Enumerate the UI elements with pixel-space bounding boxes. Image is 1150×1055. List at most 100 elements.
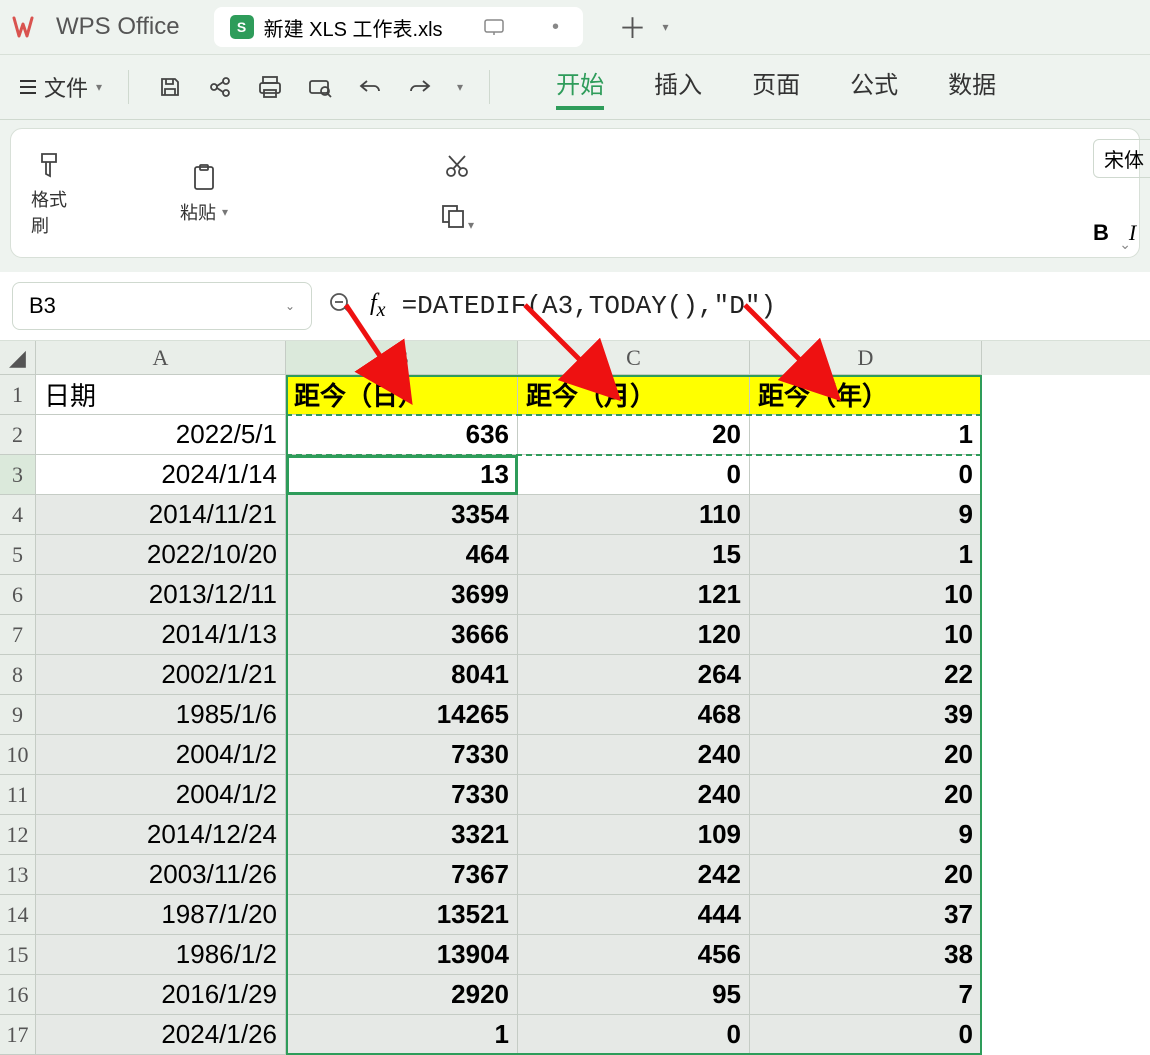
row-header[interactable]: 3 xyxy=(0,455,36,495)
table-row[interactable]: 122014/12/2433211099 xyxy=(0,815,1150,855)
fx-icon[interactable]: fx xyxy=(370,290,386,322)
cell[interactable]: 464 xyxy=(286,535,518,575)
row-header[interactable]: 1 xyxy=(0,375,36,415)
cell[interactable]: 95 xyxy=(518,975,750,1015)
zoom-out-icon[interactable] xyxy=(328,291,354,322)
table-row[interactable]: 102004/1/2733024020 xyxy=(0,735,1150,775)
row-header[interactable]: 16 xyxy=(0,975,36,1015)
cell[interactable]: 7367 xyxy=(286,855,518,895)
cell[interactable]: 7330 xyxy=(286,775,518,815)
present-icon[interactable] xyxy=(483,16,505,38)
cell[interactable]: 距今（年） xyxy=(750,375,982,415)
table-row[interactable]: 42014/11/2133541109 xyxy=(0,495,1150,535)
tab-insert[interactable]: 插入 xyxy=(654,65,702,110)
table-row[interactable]: 162016/1/292920957 xyxy=(0,975,1150,1015)
row-header[interactable]: 17 xyxy=(0,1015,36,1055)
row-header[interactable]: 10 xyxy=(0,735,36,775)
table-row[interactable]: 151986/1/21390445638 xyxy=(0,935,1150,975)
cell[interactable]: 2022/10/20 xyxy=(36,535,286,575)
table-row[interactable]: 132003/11/26736724220 xyxy=(0,855,1150,895)
cell[interactable]: 110 xyxy=(518,495,750,535)
col-header-b[interactable]: B xyxy=(286,341,518,375)
share-icon[interactable] xyxy=(205,72,235,102)
cell[interactable]: 2003/11/26 xyxy=(36,855,286,895)
tab-page[interactable]: 页面 xyxy=(752,65,800,110)
copy-icon[interactable]: ▾ xyxy=(440,203,474,234)
cell[interactable]: 8041 xyxy=(286,655,518,695)
cell[interactable]: 2016/1/29 xyxy=(36,975,286,1015)
cell[interactable]: 3321 xyxy=(286,815,518,855)
row-header[interactable]: 4 xyxy=(0,495,36,535)
qat-dropdown[interactable]: ▾ xyxy=(457,80,463,94)
cell[interactable]: 2022/5/1 xyxy=(36,415,286,455)
cell[interactable]: 1987/1/20 xyxy=(36,895,286,935)
more-icon[interactable]: • xyxy=(545,16,567,38)
cell[interactable]: 39 xyxy=(750,695,982,735)
ribbon-expand-icon[interactable]: ⌄ xyxy=(1119,236,1131,253)
tab-home[interactable]: 开始 xyxy=(556,65,604,110)
cut-icon[interactable] xyxy=(443,152,471,185)
cell[interactable]: 1 xyxy=(750,535,982,575)
cell[interactable]: 20 xyxy=(750,735,982,775)
row-header[interactable]: 13 xyxy=(0,855,36,895)
formula-input[interactable]: =DATEDIF(A3,TODAY(),"D") xyxy=(402,291,1138,321)
cell[interactable]: 2004/1/2 xyxy=(36,775,286,815)
cell[interactable]: 20 xyxy=(750,855,982,895)
cell[interactable]: 7 xyxy=(750,975,982,1015)
cell[interactable]: 日期 xyxy=(36,375,286,415)
cell[interactable]: 2920 xyxy=(286,975,518,1015)
col-header-d[interactable]: D xyxy=(750,341,982,375)
row-header[interactable]: 15 xyxy=(0,935,36,975)
cell[interactable]: 2002/1/21 xyxy=(36,655,286,695)
table-row[interactable]: 32024/1/141300 xyxy=(0,455,1150,495)
redo-icon[interactable] xyxy=(405,72,435,102)
tab-list-dropdown[interactable]: ▾ xyxy=(663,20,669,34)
cell[interactable]: 636 xyxy=(286,415,518,455)
table-row[interactable]: 141987/1/201352144437 xyxy=(0,895,1150,935)
cell[interactable]: 0 xyxy=(518,1015,750,1055)
cell[interactable]: 2024/1/26 xyxy=(36,1015,286,1055)
font-name-select[interactable]: 宋体⌄ xyxy=(1093,139,1150,178)
cell[interactable]: 3354 xyxy=(286,495,518,535)
document-tab[interactable]: S 新建 XLS 工作表.xls • xyxy=(214,7,583,47)
col-header-c[interactable]: C xyxy=(518,341,750,375)
table-row[interactable]: 91985/1/61426546839 xyxy=(0,695,1150,735)
tab-data[interactable]: 数据 xyxy=(948,65,996,110)
undo-icon[interactable] xyxy=(355,72,385,102)
cell[interactable]: 240 xyxy=(518,775,750,815)
cell[interactable]: 9 xyxy=(750,495,982,535)
row-header[interactable]: 5 xyxy=(0,535,36,575)
cell[interactable]: 0 xyxy=(750,455,982,495)
paste-button[interactable]: 粘贴▾ xyxy=(79,161,329,225)
bold-button[interactable]: B xyxy=(1093,220,1109,246)
cell[interactable]: 9 xyxy=(750,815,982,855)
table-row[interactable]: 112004/1/2733024020 xyxy=(0,775,1150,815)
cell[interactable]: 37 xyxy=(750,895,982,935)
spreadsheet[interactable]: ◢ A B C D 1日期距今（日）距今（月）距今（年）22022/5/1636… xyxy=(0,341,1150,1055)
cell[interactable]: 7330 xyxy=(286,735,518,775)
row-header[interactable]: 2 xyxy=(0,415,36,455)
cell[interactable]: 1 xyxy=(750,415,982,455)
cell[interactable]: 444 xyxy=(518,895,750,935)
cell[interactable]: 1 xyxy=(286,1015,518,1055)
cell[interactable]: 2014/11/21 xyxy=(36,495,286,535)
table-row[interactable]: 62013/12/11369912110 xyxy=(0,575,1150,615)
row-header[interactable]: 14 xyxy=(0,895,36,935)
cell[interactable]: 0 xyxy=(518,455,750,495)
cell[interactable]: 264 xyxy=(518,655,750,695)
cell[interactable]: 20 xyxy=(750,775,982,815)
cell[interactable]: 468 xyxy=(518,695,750,735)
cell[interactable]: 121 xyxy=(518,575,750,615)
print-icon[interactable] xyxy=(255,72,285,102)
row-header[interactable]: 12 xyxy=(0,815,36,855)
col-header-a[interactable]: A xyxy=(36,341,286,375)
table-row[interactable]: 52022/10/20464151 xyxy=(0,535,1150,575)
cell[interactable]: 距今（月） xyxy=(518,375,750,415)
cell[interactable]: 14265 xyxy=(286,695,518,735)
cell[interactable]: 0 xyxy=(750,1015,982,1055)
cell[interactable]: 2014/12/24 xyxy=(36,815,286,855)
cell[interactable]: 456 xyxy=(518,935,750,975)
table-row[interactable]: 82002/1/21804126422 xyxy=(0,655,1150,695)
cell[interactable]: 109 xyxy=(518,815,750,855)
cell[interactable]: 120 xyxy=(518,615,750,655)
